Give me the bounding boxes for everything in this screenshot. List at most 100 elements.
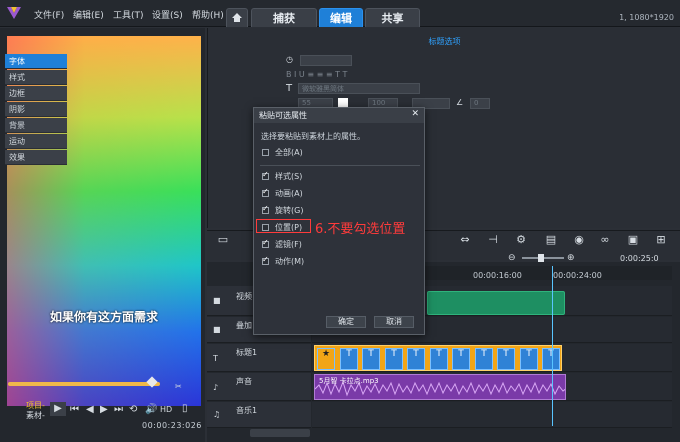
sound-icon[interactable]: ◉ [572,234,586,246]
clip-mode-label[interactable]: 素材- [26,410,45,421]
rotation-field[interactable]: 0 [470,98,490,109]
split-icon[interactable]: ⊣ [486,234,500,246]
ruler-label: 00:00:16:00 [473,271,522,280]
device-icon[interactable]: ▯ [182,403,188,414]
subtitle-icon[interactable]: ▣ [626,234,640,246]
repeat-icon[interactable]: ⟲ [129,404,137,415]
track-head-music[interactable]: 音乐1 ♫ [207,402,311,428]
clock-icon: ◷ [286,55,293,64]
playhead[interactable] [552,266,553,426]
app-logo-icon [7,7,21,19]
text-format-icons[interactable]: B I U ≡ ≡ ≡ T T [286,70,347,79]
font-select[interactable]: 微软雅黑简体 [298,83,420,94]
title-track-icon: T [213,354,218,363]
ok-button[interactable]: 确定 [326,316,366,328]
side-tab-motion[interactable]: 运动 [5,134,67,149]
voice-track-icon: ♪ [213,383,219,392]
preview-caption: 如果你有这方面需求 [49,310,158,324]
overlay-track-icon: ■ [213,325,221,334]
start-icon[interactable]: ⏮ [70,404,79,415]
menu-tools[interactable]: 工具(T) [113,8,144,21]
rotation-checkbox[interactable] [262,204,269,214]
filter-label[interactable]: 滤镜(F) [275,239,302,250]
move-icon[interactable]: ⇔ [458,234,472,246]
dialog-titlebar: 粘贴可选属性 ✕ [254,108,424,123]
animation-checkbox[interactable] [262,187,269,197]
close-icon[interactable]: ✕ [411,109,419,119]
grid-icon[interactable]: ⊞ [654,234,668,246]
end-icon[interactable]: ⏭ [114,404,123,415]
angle-icon: ∠ [456,98,464,107]
title-clip[interactable]: T [542,348,560,370]
font-icon: T [286,83,293,94]
scrub-bar[interactable] [8,382,160,386]
track-head-title[interactable]: 标题1 T [207,344,311,372]
title-clip[interactable]: T [497,348,515,370]
hd-button[interactable]: HD [160,405,172,414]
title-clip[interactable]: T [385,348,403,370]
audio-clip[interactable]: 5月智 卡拉点.mp3 [314,374,566,400]
menu-edit[interactable]: 编辑(E) [73,8,104,21]
track-music[interactable] [312,402,672,428]
volume-icon[interactable]: 🔊 [145,404,157,415]
home-icon [232,13,242,22]
duration-field[interactable] [300,55,352,66]
title-clip[interactable]: T [430,348,448,370]
video-track-icon: ■ [213,296,221,305]
select-all-checkbox[interactable] [262,149,269,156]
title-clips[interactable]: ★ T T T T T T T T T T [314,345,562,371]
annotation-text: 6.不要勾选位置 [315,222,406,237]
filter-checkbox[interactable] [262,238,269,248]
tab-capture[interactable]: 捕获 [251,8,317,27]
storyboard-view-icon[interactable]: ▭ [216,234,230,246]
timeline-scrollbar[interactable] [250,429,310,437]
prev-frame-icon[interactable]: ◀ [86,404,94,415]
title-bar: 文件(F) 编辑(E) 工具(T) 设置(S) 帮助(H) 捕获 编辑 共享 1… [0,0,680,27]
style-checkbox[interactable] [262,170,269,180]
home-tab[interactable] [226,8,248,27]
side-tab-border[interactable]: 边框 [5,86,67,101]
rotation-label[interactable]: 旋转(G) [275,205,303,216]
title-clip[interactable]: T [475,348,493,370]
music-track-icon: ♫ [213,410,221,419]
preview-timecode[interactable]: 00:00:23:026 [142,421,202,430]
zoom-slider-handle[interactable] [538,254,544,262]
side-tab-style[interactable]: 样式 [5,70,67,85]
motion-checkbox[interactable] [262,255,269,265]
animation-label[interactable]: 动画(A) [275,188,303,199]
side-tab-shadow[interactable]: 阴影 [5,102,67,117]
title-clip[interactable]: T [340,348,358,370]
side-tab-effect[interactable]: 效果 [5,150,67,165]
ruler-label: 00:00:24:00 [553,271,602,280]
resolution-readout: 1, 1080*1920 [619,13,674,22]
mixer-icon[interactable]: ▤ [544,234,558,246]
side-tab-font[interactable]: 字体 [5,54,67,69]
side-tab-background[interactable]: 背景 [5,118,67,133]
cancel-button[interactable]: 取消 [374,316,414,328]
tracking-icon[interactable]: ⚙ [514,234,528,246]
video-clip[interactable] [427,291,565,315]
style-label[interactable]: 样式(S) [275,171,302,182]
track-head-voice[interactable]: 声音 ♪ [207,373,311,401]
title-clip[interactable]: T [520,348,538,370]
options-title: 标题选项 [428,37,461,46]
link-icon[interactable]: ∞ [598,234,612,246]
track-name: 视频 [236,292,252,301]
menu-settings[interactable]: 设置(S) [152,8,183,21]
select-all-label[interactable]: 全部(A) [275,147,303,158]
next-frame-icon[interactable]: ▶ [100,404,108,415]
title-clip-star-icon[interactable]: ★ [317,348,335,370]
title-clip[interactable]: T [452,348,470,370]
menu-help[interactable]: 帮助(H) [192,8,224,21]
title-clip[interactable]: T [407,348,425,370]
title-clip[interactable]: T [362,348,380,370]
motion-label[interactable]: 动作(M) [275,256,304,267]
play-icon[interactable]: ▶ [50,402,66,416]
menu-file[interactable]: 文件(F) [34,8,64,21]
track-name: 叠加 [236,321,252,330]
track-name: 声音 [236,377,252,386]
tab-share[interactable]: 共享 [365,8,420,27]
tab-edit[interactable]: 编辑 [319,8,363,27]
highlight-box [256,219,311,233]
scissors-icon[interactable]: ✂ [175,382,182,391]
